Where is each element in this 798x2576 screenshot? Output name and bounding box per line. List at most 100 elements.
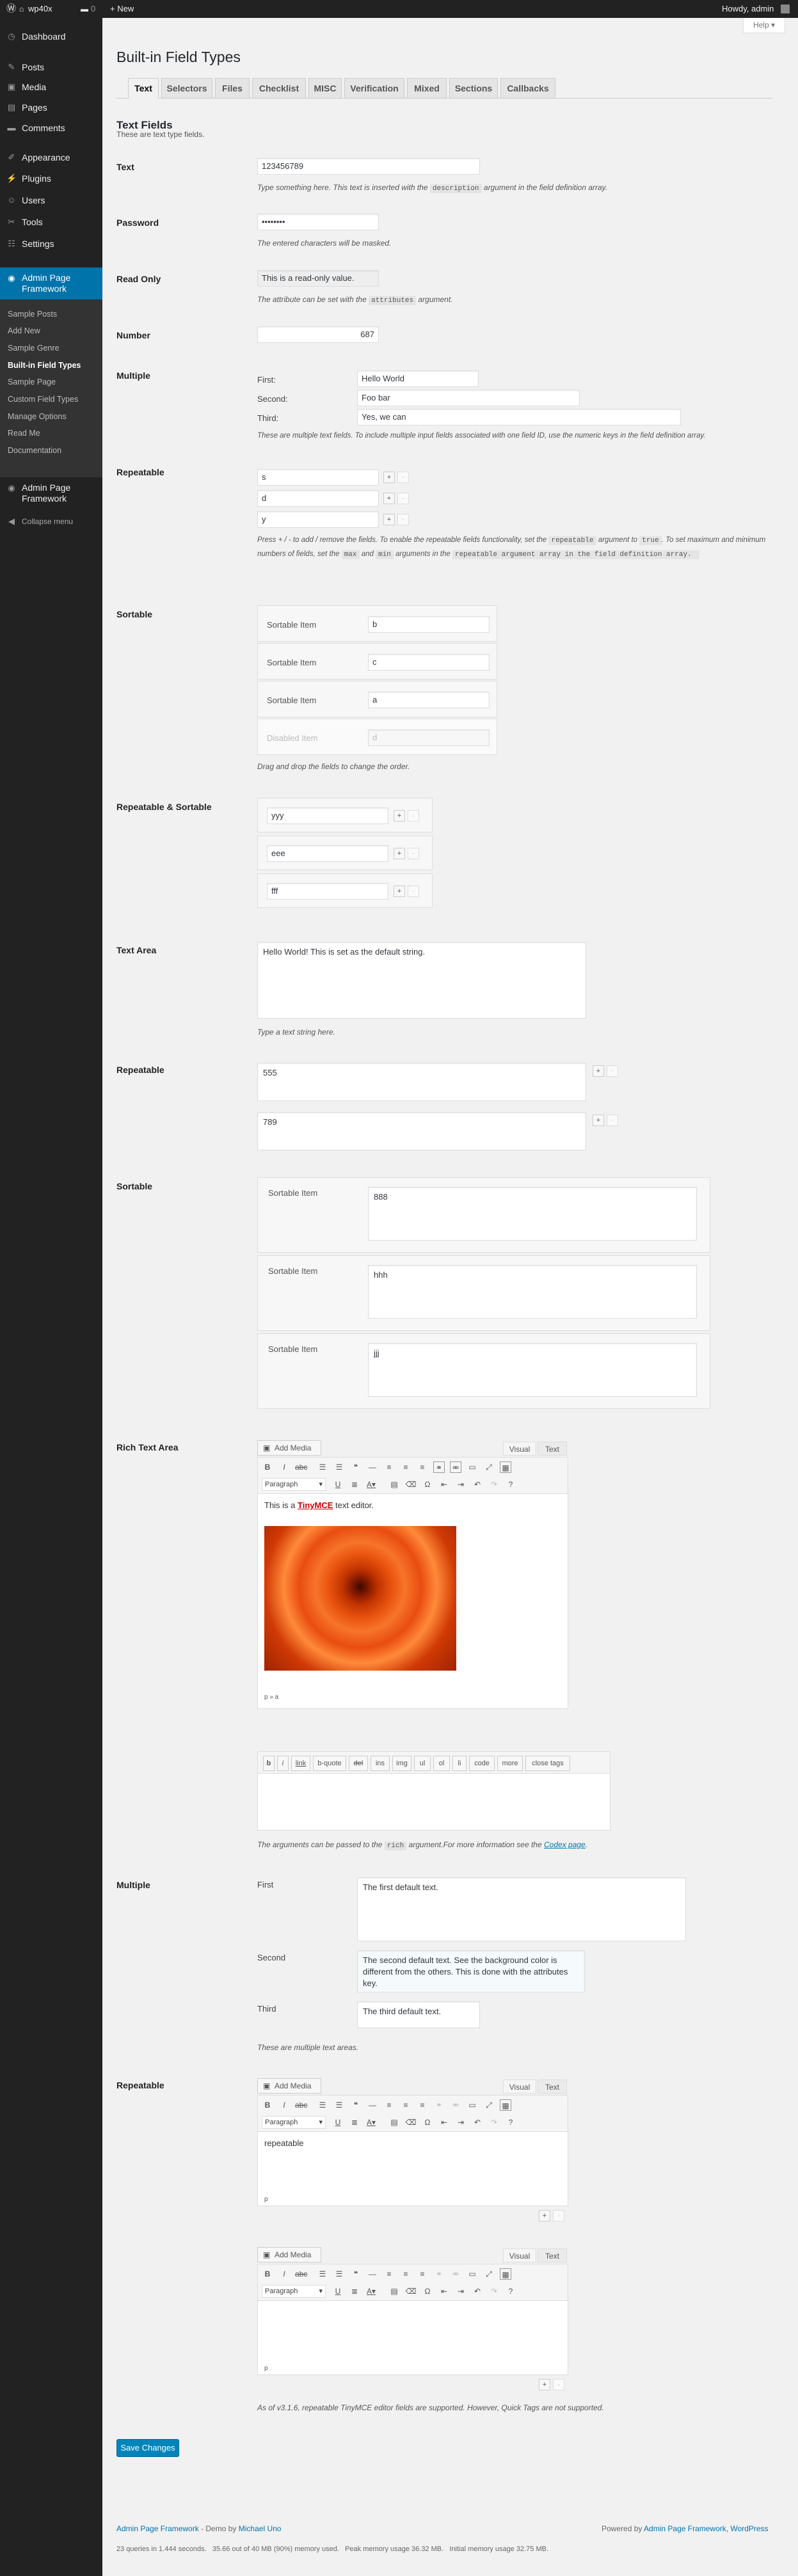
tab-files[interactable]: Files (215, 78, 250, 99)
repeatable-input-2[interactable]: d (257, 490, 379, 507)
repeatable-sortable-input[interactable]: eee (267, 845, 388, 862)
remove-field-button[interactable]: - (607, 1065, 618, 1077)
add-media-button[interactable]: ▣ Add Media (257, 2247, 321, 2262)
add-media-button[interactable]: ▣ Add Media (257, 2078, 321, 2094)
repeatable-input-3[interactable]: y (257, 511, 379, 528)
text-input[interactable]: 123456789 (257, 158, 480, 175)
tab-sections[interactable]: Sections (449, 78, 498, 99)
sortable-item[interactable]: Sortable Item b (257, 605, 497, 642)
strikethrough-icon[interactable]: abc (295, 1461, 307, 1473)
menu-settings[interactable]: ☷ Settings (0, 234, 102, 253)
horizontal-line-icon[interactable]: — (367, 2099, 378, 2111)
repeatable-sortable-input[interactable]: fff (267, 883, 388, 900)
multiple-textarea-third[interactable]: The third default text. (357, 2001, 480, 2028)
numbered-list-icon[interactable]: ☰ (333, 2268, 345, 2280)
align-right-icon[interactable]: ≡ (417, 2268, 428, 2280)
blockquote-icon[interactable]: ❝ (350, 1461, 362, 1473)
multiple-textarea-second[interactable]: The second default text. See the backgro… (357, 1950, 585, 1992)
quicktag-bquote[interactable]: b-quote (313, 1756, 346, 1771)
numbered-list-icon[interactable]: ☰ (333, 2099, 345, 2111)
add-field-button[interactable]: + (394, 848, 405, 859)
repeatable-textarea-1[interactable]: 555 (257, 1063, 586, 1101)
menu-admin-page-framework[interactable]: ◉ Admin Page Framework (0, 267, 102, 299)
add-field-button[interactable]: + (383, 514, 395, 525)
sortable-input[interactable]: b (368, 616, 490, 633)
paste-text-icon[interactable]: ▤ (388, 1479, 400, 1490)
outdent-icon[interactable]: ⇤ (438, 2117, 450, 2128)
blockquote-icon[interactable]: ❝ (350, 2099, 362, 2111)
strikethrough-icon[interactable]: abc (295, 2268, 307, 2280)
textarea-input[interactable]: Hello World! This is set as the default … (257, 942, 586, 1019)
powered-by-link[interactable]: Admin Page Framework (644, 2524, 726, 2533)
paste-text-icon[interactable]: ▤ (388, 2117, 400, 2128)
submenu-documentation[interactable]: Documentation (8, 443, 61, 457)
sortable-textarea[interactable]: jjj (368, 1343, 697, 1397)
menu-pages[interactable]: ▤ Pages (0, 98, 102, 117)
sortable-textarea-item[interactable]: Sortable Item hhh (257, 1255, 710, 1331)
sortable-item[interactable]: Sortable Item c (257, 643, 497, 680)
howdy-link[interactable]: Howdy, admin (722, 0, 774, 18)
text-color-icon[interactable]: A▾ (365, 2117, 377, 2128)
quicktag-italic[interactable]: i (277, 1756, 289, 1771)
submenu-sample-page[interactable]: Sample Page (8, 375, 56, 389)
unlink-icon[interactable]: ⚮ (450, 2268, 461, 2280)
add-field-button[interactable]: + (383, 472, 395, 483)
quicktag-ins[interactable]: ins (371, 1756, 390, 1771)
repeatable-sortable-item[interactable]: yyy + - (257, 798, 433, 832)
submenu-sample-posts[interactable]: Sample Posts (8, 307, 57, 321)
sortable-input[interactable]: c (368, 654, 490, 671)
indent-icon[interactable]: ⇥ (455, 2286, 467, 2297)
align-center-icon[interactable]: ≡ (400, 2268, 411, 2280)
italic-icon[interactable]: I (278, 2268, 290, 2280)
bold-icon[interactable]: B (262, 2099, 273, 2111)
underline-icon[interactable]: U (332, 1479, 344, 1490)
remove-editor-button[interactable]: - (553, 2379, 564, 2390)
wordpress-logo-icon[interactable]: Ⓦ (6, 0, 16, 18)
wordpress-link[interactable]: , WordPress (726, 2524, 769, 2533)
tab-verification[interactable]: Verification (344, 78, 404, 99)
format-select[interactable]: Paragraph ▾ (262, 2116, 326, 2129)
remove-editor-button[interactable]: - (553, 2210, 564, 2222)
outdent-icon[interactable]: ⇤ (438, 1479, 450, 1490)
tab-text[interactable]: Text (128, 78, 159, 99)
tab-checklist[interactable]: Checklist (252, 78, 306, 99)
toolbar-toggle-icon[interactable]: ▦ (500, 2268, 511, 2280)
submenu-custom-field-types[interactable]: Custom Field Types (8, 392, 78, 406)
tab-misc[interactable]: MISC (308, 78, 342, 99)
repeatable-input-1[interactable]: s (257, 469, 379, 486)
clear-formatting-icon[interactable]: ⌫ (405, 1479, 417, 1490)
avatar[interactable] (781, 4, 790, 13)
menu-media[interactable]: ▣ Media (0, 77, 102, 97)
undo-icon[interactable]: ↶ (472, 1479, 483, 1490)
submenu-manage-options[interactable]: Manage Options (8, 409, 67, 424)
add-media-button[interactable]: ▣ Add Media (257, 1440, 321, 1456)
remove-field-button[interactable]: - (408, 848, 419, 859)
sortable-textarea-item[interactable]: Sortable Item jjj (257, 1333, 710, 1409)
bold-icon[interactable]: B (262, 1461, 273, 1473)
justify-icon[interactable]: ≣ (349, 2117, 360, 2128)
remove-field-button[interactable]: - (397, 514, 409, 525)
quicktag-more[interactable]: more (497, 1756, 523, 1771)
align-center-icon[interactable]: ≡ (400, 2099, 411, 2111)
align-left-icon[interactable]: ≡ (383, 2268, 395, 2280)
help-button[interactable]: Help ▾ (743, 18, 785, 33)
submenu-sample-genre[interactable]: Sample Genre (8, 341, 60, 355)
quicktag-img[interactable]: img (392, 1756, 411, 1771)
quicktag-close-tags[interactable]: close tags (525, 1756, 570, 1771)
outdent-icon[interactable]: ⇤ (438, 2286, 450, 2297)
redo-icon[interactable]: ↷ (488, 2286, 500, 2297)
tinymce-link[interactable]: TinyMCE (298, 1500, 333, 1510)
redo-icon[interactable]: ↷ (488, 1479, 500, 1490)
quicktag-code[interactable]: code (469, 1756, 495, 1771)
menu-appearance[interactable]: ✐ Appearance (0, 148, 102, 167)
new-content-link[interactable]: + New (110, 0, 134, 18)
multiple-textarea-first[interactable]: The first default text. (357, 1877, 686, 1941)
indent-icon[interactable]: ⇥ (455, 2117, 467, 2128)
italic-icon[interactable]: I (278, 1461, 290, 1473)
fullscreen-icon[interactable]: ⤢ (483, 1461, 495, 1473)
repeatable-sortable-input[interactable]: yyy (267, 807, 388, 824)
quicktag-link[interactable]: link (291, 1756, 310, 1771)
menu-admin-page-framework-2[interactable]: ◉ Admin Page Framework (0, 480, 102, 505)
submenu-read-me[interactable]: Read Me (8, 426, 40, 440)
site-name-link[interactable]: wp40x (28, 0, 52, 18)
